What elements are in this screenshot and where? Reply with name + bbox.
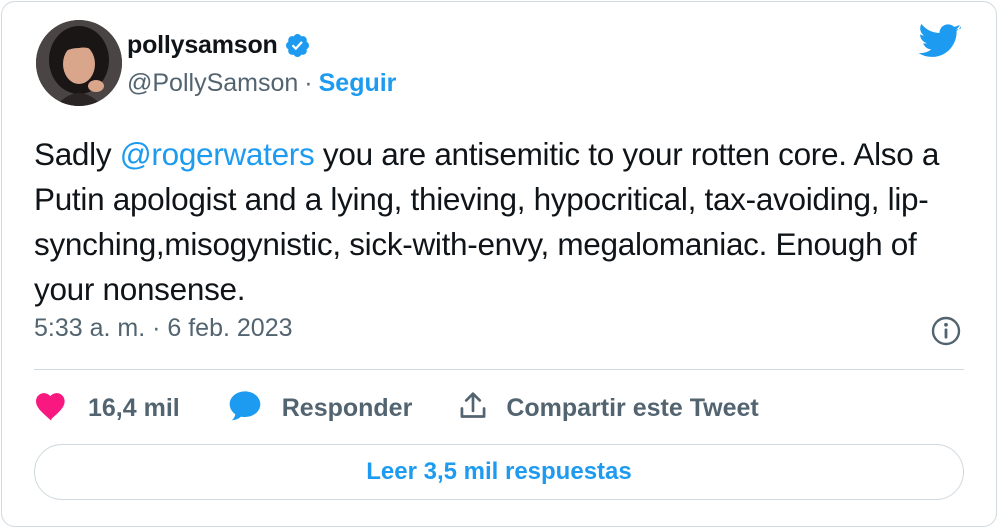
reply-button[interactable]: Responder	[228, 390, 413, 427]
heart-icon	[34, 391, 68, 426]
tweet-card: pollysamson @PollySamson · Seguir Sadly …	[1, 1, 997, 527]
share-label: Compartir este Tweet	[506, 393, 759, 422]
read-replies-button[interactable]: Leer 3,5 mil respuestas	[34, 444, 964, 500]
avatar[interactable]	[36, 20, 122, 106]
like-button[interactable]: 16,4 mil	[34, 391, 180, 426]
author-handle[interactable]: @PollySamson	[127, 69, 298, 98]
twitter-bird-icon[interactable]	[918, 23, 962, 60]
tweet-actions: 16,4 mil Responder Compartir este Tweet	[34, 386, 759, 430]
reply-label: Responder	[281, 393, 413, 422]
author-name-row: pollysamson	[127, 28, 311, 62]
mention-link[interactable]: @rogerwaters	[120, 136, 315, 172]
follow-button[interactable]: Seguir	[319, 69, 397, 98]
read-replies-label: Leer 3,5 mil respuestas	[366, 458, 632, 485]
author-display-name[interactable]: pollysamson	[127, 31, 278, 60]
speech-bubble-icon	[228, 390, 262, 427]
author-handle-row: @PollySamson · Seguir	[127, 66, 396, 100]
divider	[34, 369, 964, 370]
share-upload-icon	[458, 390, 488, 427]
verified-badge-icon	[284, 32, 311, 59]
share-button[interactable]: Compartir este Tweet	[458, 390, 759, 427]
tweet-timestamp[interactable]: 5:33 a. m. · 6 feb. 2023	[34, 314, 293, 343]
tweet-text: Sadly @rogerwaters you are antisemitic t…	[34, 132, 974, 312]
like-count: 16,4 mil	[88, 393, 180, 422]
info-icon[interactable]	[930, 315, 962, 347]
separator-dot: ·	[304, 68, 313, 97]
tweet-text-start: Sadly	[34, 136, 120, 172]
